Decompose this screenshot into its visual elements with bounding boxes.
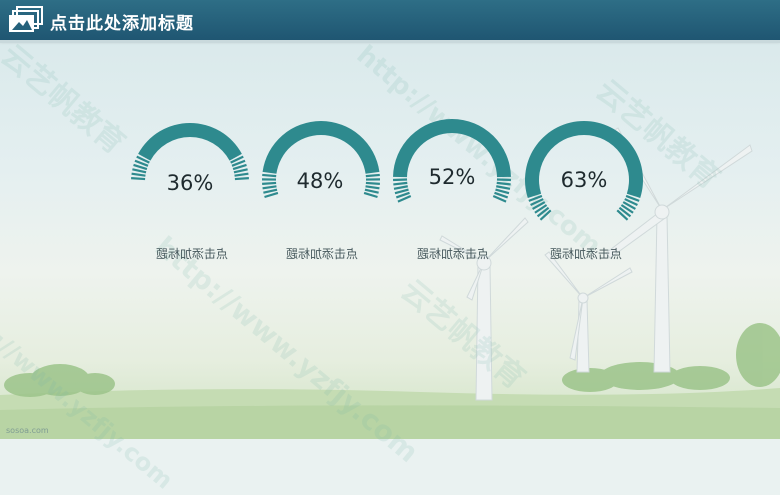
caption-label[interactable]: 点击添加标题 [262,245,382,262]
page-title[interactable]: 点击此处添加标题 [50,9,194,34]
donut-tick [265,193,278,197]
donut-tick [495,190,509,194]
percent-label[interactable]: 52% [392,165,512,189]
percent-label[interactable]: 48% [260,169,380,193]
caption-label[interactable]: 点击添加标题 [393,245,513,262]
donut-arc [138,123,242,161]
percent-label[interactable]: 36% [130,171,250,195]
donut-tick [395,190,409,194]
wind-turbine-landscape [0,0,780,439]
title-bar: 点击此处添加标题 [0,0,780,40]
header-divider [0,40,780,43]
slides-logo-icon [8,6,44,34]
caption-label[interactable]: 点击添加标题 [132,245,252,262]
percent-label[interactable]: 63% [524,168,644,192]
footer-text: sosoa.com [6,426,49,435]
donut-arc [263,121,380,174]
donut-tick [364,193,377,197]
caption-label[interactable]: 点击添加标题 [526,245,646,262]
